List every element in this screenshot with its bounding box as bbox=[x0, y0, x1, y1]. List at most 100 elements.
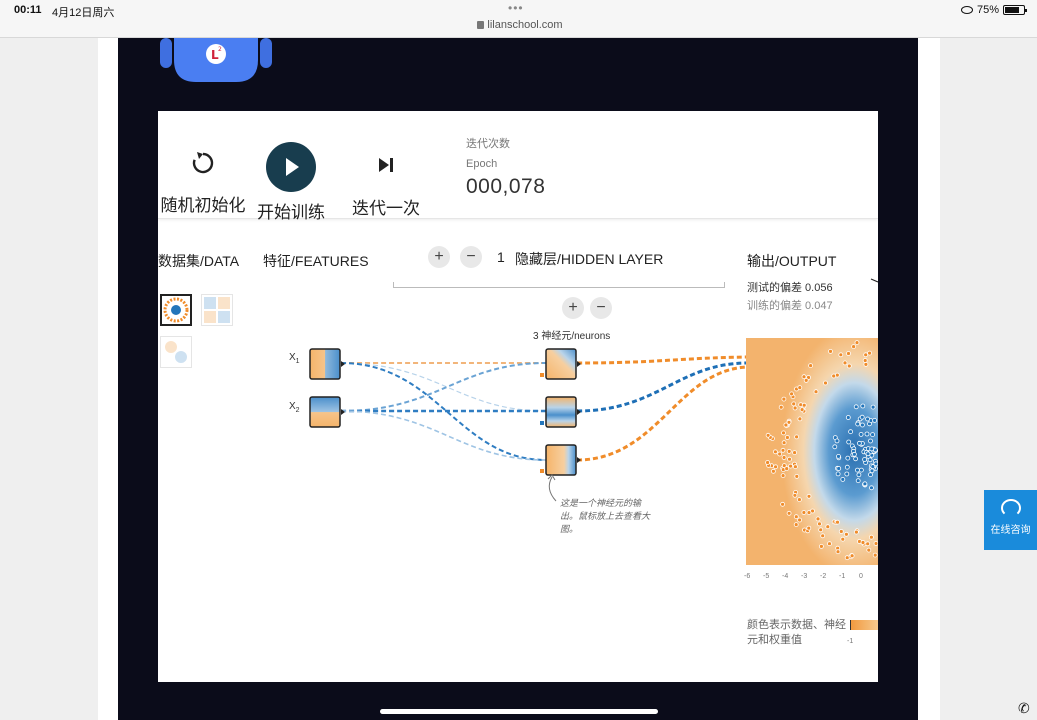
data-point-orange bbox=[835, 519, 840, 525]
online-consult-button[interactable]: 在线咨询 bbox=[984, 490, 1037, 550]
data-point-orange bbox=[854, 340, 860, 346]
axis-tick: -2 bbox=[820, 573, 827, 580]
data-point-orange bbox=[777, 451, 783, 457]
data-point-orange bbox=[771, 468, 776, 474]
online-consult-label: 在线咨询 bbox=[990, 525, 1031, 536]
feature-node-x2 bbox=[309, 396, 345, 428]
data-point-orange bbox=[846, 363, 852, 369]
data-point-orange bbox=[797, 385, 803, 391]
legend-color-bar bbox=[850, 620, 878, 630]
data-point-orange bbox=[844, 555, 850, 561]
data-point-orange bbox=[788, 463, 793, 469]
data-point-orange bbox=[866, 547, 872, 553]
data-point-orange bbox=[846, 351, 851, 356]
data-point-orange bbox=[799, 407, 805, 413]
data-point-blue bbox=[869, 468, 875, 474]
data-point-orange bbox=[844, 531, 849, 537]
data-point-orange bbox=[838, 529, 844, 534]
data-point-orange bbox=[793, 464, 798, 470]
data-point-blue bbox=[870, 432, 875, 438]
data-point-blue bbox=[853, 404, 859, 410]
data-point-orange bbox=[806, 510, 812, 516]
data-point-blue bbox=[844, 464, 850, 470]
network-graph bbox=[309, 278, 878, 565]
home-indicator[interactable] bbox=[380, 709, 658, 714]
data-point-blue bbox=[865, 451, 871, 457]
data-point-orange bbox=[801, 402, 807, 408]
data-point-blue bbox=[859, 414, 865, 420]
data-point-blue bbox=[870, 464, 876, 470]
battery-icon bbox=[1003, 5, 1027, 15]
data-point-blue bbox=[835, 471, 841, 477]
data-point-orange bbox=[765, 432, 771, 438]
data-point-orange bbox=[860, 540, 866, 545]
robot-mascot-icon: L 2 bbox=[160, 38, 272, 82]
data-point-orange bbox=[801, 510, 807, 515]
data-point-orange bbox=[872, 552, 878, 558]
data-point-blue bbox=[845, 415, 851, 420]
axis-tick: -4 bbox=[782, 573, 789, 580]
data-point-blue bbox=[868, 472, 873, 478]
data-point-blue bbox=[836, 453, 841, 459]
battery-percent: 75% bbox=[976, 4, 999, 16]
svg-text:2: 2 bbox=[218, 46, 222, 53]
data-point-orange bbox=[865, 541, 871, 547]
data-point-orange bbox=[765, 460, 770, 465]
axis-tick: 0 bbox=[859, 573, 863, 580]
status-time: 00:11 bbox=[14, 4, 42, 16]
data-point-orange bbox=[773, 464, 778, 470]
data-point-orange bbox=[828, 348, 833, 354]
data-point-orange bbox=[801, 374, 807, 380]
data-point-blue bbox=[872, 417, 877, 423]
data-point-orange bbox=[781, 440, 787, 446]
data-point-blue bbox=[869, 485, 874, 491]
data-point-orange bbox=[842, 360, 848, 366]
battery-fill bbox=[1005, 7, 1019, 13]
data-point-blue bbox=[860, 403, 866, 409]
data-point-blue bbox=[845, 455, 851, 461]
data-point-orange bbox=[781, 455, 787, 460]
data-point-orange bbox=[780, 473, 786, 479]
headset-icon bbox=[1000, 499, 1021, 517]
hidden-neuron-3 bbox=[540, 444, 581, 476]
data-point-blue bbox=[858, 431, 864, 437]
data-point-orange bbox=[820, 533, 826, 539]
neuron-annotation: 这是一个神经元的输出。鼠标放上去查看大图。 bbox=[560, 498, 651, 534]
data-point-orange bbox=[797, 497, 802, 503]
output-heatmap bbox=[746, 338, 878, 565]
data-point-orange bbox=[786, 448, 792, 454]
data-point-orange bbox=[794, 434, 799, 440]
data-point-orange bbox=[797, 416, 803, 422]
data-point-orange bbox=[873, 541, 878, 546]
more-dots-icon[interactable]: ••• bbox=[508, 1, 524, 15]
phone-icon[interactable]: ✆ bbox=[1018, 700, 1032, 716]
data-point-orange bbox=[791, 401, 797, 407]
data-point-orange bbox=[819, 543, 824, 549]
data-point-orange bbox=[854, 529, 859, 535]
data-point-blue bbox=[862, 481, 868, 487]
data-point-orange bbox=[838, 352, 844, 358]
data-point-orange bbox=[815, 516, 821, 522]
data-point-blue bbox=[864, 431, 870, 437]
status-bar: 00:11 4月12日周六 ••• lilanschool.com 75% bbox=[0, 0, 1037, 38]
data-point-orange bbox=[781, 396, 787, 402]
data-point-orange bbox=[773, 449, 778, 455]
data-point-orange bbox=[849, 553, 855, 559]
axis-tick: -1 bbox=[839, 573, 846, 580]
data-point-orange bbox=[780, 501, 785, 507]
data-point-orange bbox=[863, 361, 869, 367]
data-point-blue bbox=[868, 438, 873, 444]
data-point-blue bbox=[855, 467, 860, 473]
address-bar[interactable]: lilanschool.com bbox=[470, 19, 570, 31]
data-point-orange bbox=[867, 350, 872, 356]
data-point-orange bbox=[831, 373, 837, 379]
hidden-neuron-1 bbox=[540, 348, 581, 380]
data-point-orange bbox=[794, 473, 800, 479]
legend-tick: -1 bbox=[847, 638, 854, 645]
data-point-blue bbox=[852, 451, 857, 457]
data-point-orange bbox=[786, 510, 792, 516]
data-point-blue bbox=[860, 422, 865, 428]
data-point-orange bbox=[806, 525, 812, 531]
input-hidden-links bbox=[340, 362, 547, 461]
test-loss: 测试的偏差 0.056 bbox=[747, 282, 833, 294]
